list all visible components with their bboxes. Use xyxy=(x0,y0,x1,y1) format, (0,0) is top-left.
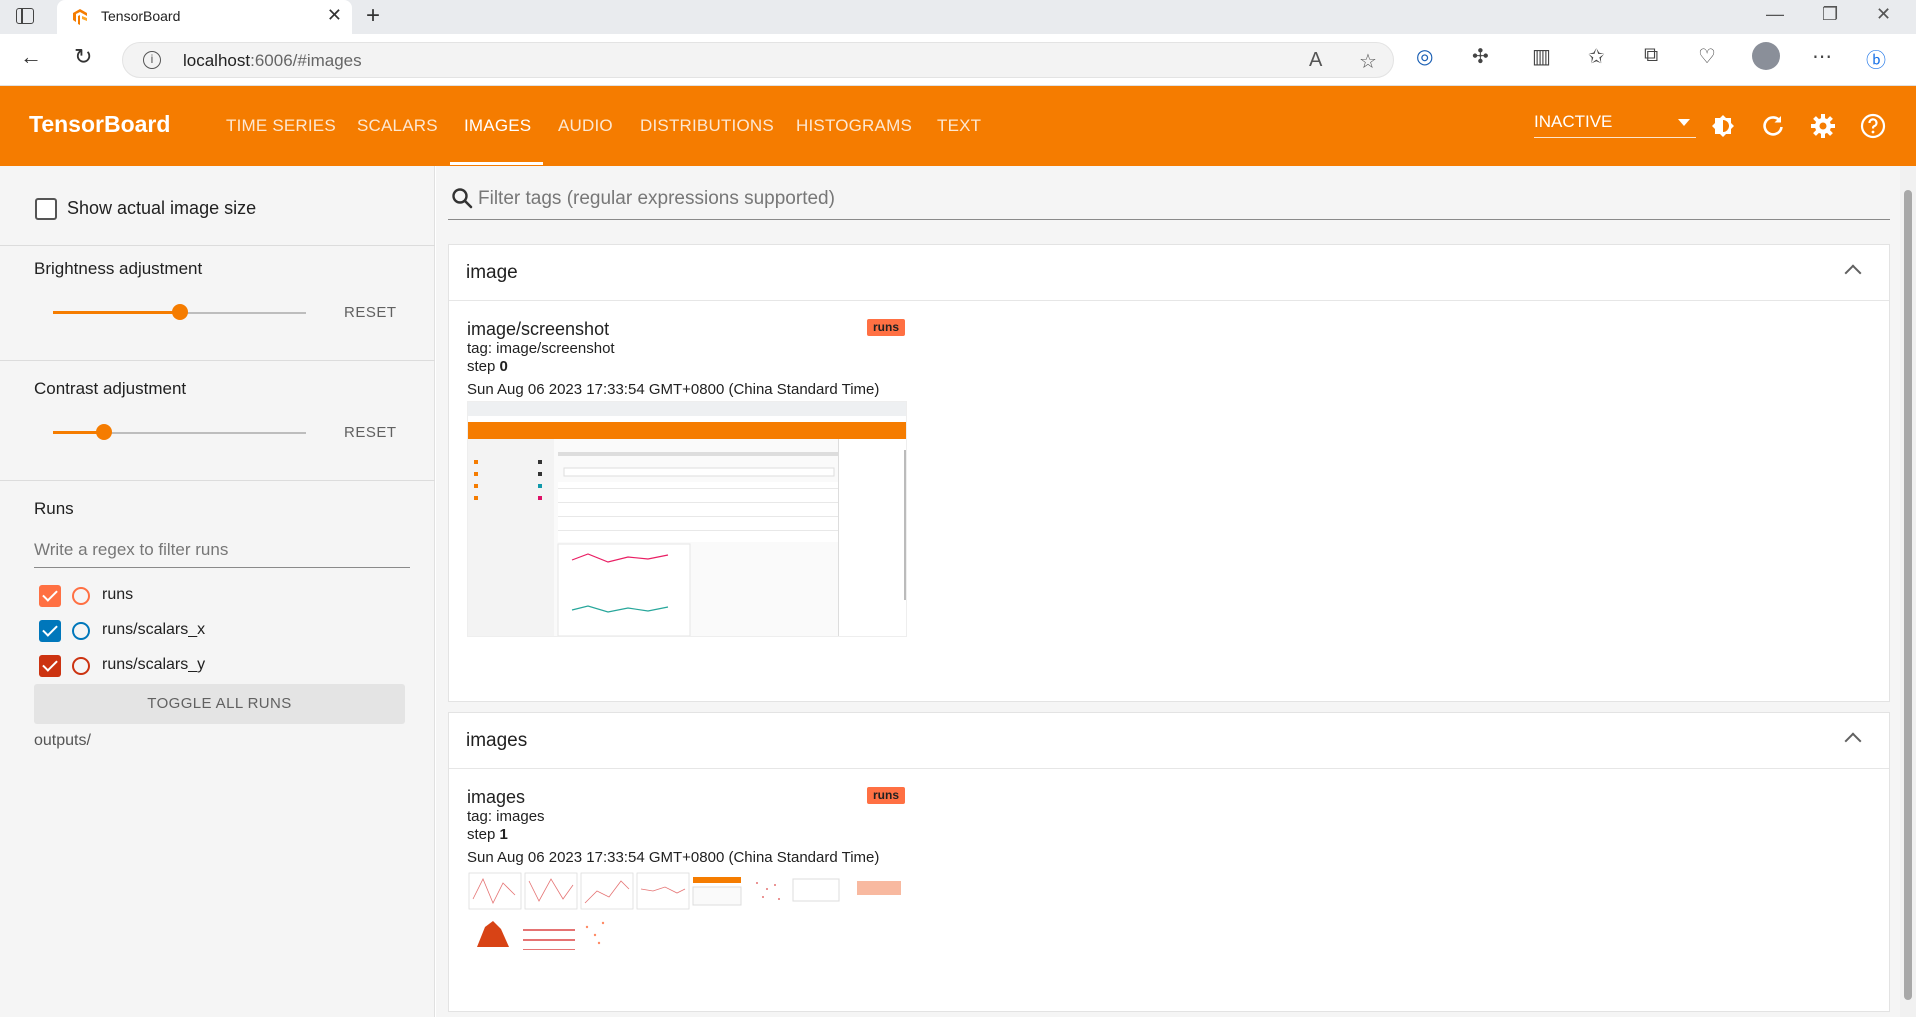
image-timestamp: Sun Aug 06 2023 17:33:54 GMT+0800 (China… xyxy=(467,381,880,398)
tag-filter-placeholder: Filter tags (regular expressions support… xyxy=(478,188,835,209)
divider xyxy=(0,480,435,481)
logdir-label: outputs/ xyxy=(34,732,91,749)
images-grid-thumbnail[interactable] xyxy=(467,869,907,959)
run-label: runs/scalars_y xyxy=(102,656,206,673)
card-title: image xyxy=(466,262,518,283)
show-actual-size-checkbox[interactable] xyxy=(35,198,57,220)
url-field[interactable]: i localhost:6006/#images A ☆ xyxy=(122,42,1394,78)
tag-card-image: image image/screenshot runs tag: image/s… xyxy=(448,244,1890,702)
runs-title: Runs xyxy=(34,499,74,518)
brightness-reset-button[interactable]: RESET xyxy=(344,304,397,321)
address-bar-row: ← ↻ i localhost:6006/#images A ☆ ◎ ✣ ▥ ✩… xyxy=(0,34,1916,86)
images-grid-graphic xyxy=(468,872,901,950)
contrast-reset-button[interactable]: RESET xyxy=(344,424,397,441)
run-status-select[interactable]: INACTIVE xyxy=(1534,112,1696,138)
refresh-icon[interactable]: ↻ xyxy=(74,44,92,70)
scrollbar-thumb[interactable] xyxy=(1904,190,1912,1000)
chevron-up-icon[interactable] xyxy=(1844,264,1862,282)
tab-images[interactable]: IMAGES xyxy=(464,116,531,136)
chevron-up-icon[interactable] xyxy=(1844,732,1862,750)
app-brand: TensorBoard xyxy=(29,111,171,137)
browser-tab[interactable]: TensorBoard ✕ xyxy=(57,0,352,34)
restore-icon[interactable]: ❐ xyxy=(1822,4,1838,25)
help-icon[interactable] xyxy=(1860,113,1886,139)
image-tag: tag: image/screenshot xyxy=(467,340,615,357)
tag-filter-input[interactable]: Filter tags (regular expressions support… xyxy=(448,180,1890,220)
image-timestamp: Sun Aug 06 2023 17:33:54 GMT+0800 (China… xyxy=(467,849,880,866)
dark-mode-icon[interactable] xyxy=(1710,113,1736,139)
image-screenshot-thumbnail[interactable] xyxy=(467,401,907,637)
tab-text[interactable]: TEXT xyxy=(937,116,981,136)
read-aloud-icon[interactable]: A xyxy=(1309,49,1322,72)
site-info-icon[interactable]: i xyxy=(143,51,161,69)
collections-icon[interactable]: ⧉ xyxy=(1644,44,1658,67)
tab-scalars[interactable]: SCALARS xyxy=(357,116,438,136)
minimize-icon[interactable]: — xyxy=(1766,4,1784,25)
brightness-label: Brightness adjustment xyxy=(34,259,203,278)
run-status-label: INACTIVE xyxy=(1534,112,1613,131)
brightness-slider-fill xyxy=(53,311,180,314)
card-title: images xyxy=(466,730,528,751)
image-title: images xyxy=(467,787,526,807)
sidebar: Show actual image size Brightness adjust… xyxy=(0,166,435,1017)
extensions-puzzle-icon[interactable]: ✣ xyxy=(1472,44,1489,69)
image-tag: tag: images xyxy=(467,808,545,825)
favorites-icon[interactable]: ✩ xyxy=(1588,44,1605,69)
tab-histograms[interactable]: HISTOGRAMS xyxy=(796,116,912,136)
chevron-down-icon xyxy=(1678,119,1690,126)
run-color-circle[interactable] xyxy=(72,587,90,605)
toggle-all-runs-button[interactable]: TOGGLE ALL RUNS xyxy=(34,684,405,724)
back-icon[interactable]: ← xyxy=(20,44,42,70)
image-title: image/screenshot xyxy=(467,319,610,339)
window-close-icon[interactable]: ✕ xyxy=(1876,4,1891,25)
tag-card-images: images images runs tag: images step 1 Su… xyxy=(448,712,1890,1012)
run-label: runs/scalars_x xyxy=(102,621,206,638)
more-menu-icon[interactable]: ⋯ xyxy=(1812,44,1832,69)
run-checkbox-runs[interactable] xyxy=(39,585,61,607)
tab-actions-icon[interactable] xyxy=(16,8,34,24)
tensorboard-favicon-icon xyxy=(73,9,87,25)
profile-avatar[interactable] xyxy=(1752,42,1780,70)
divider xyxy=(0,360,435,361)
close-tab-icon[interactable]: ✕ xyxy=(327,5,342,26)
run-checkbox-scalars-y[interactable] xyxy=(39,655,61,677)
card-header[interactable]: image xyxy=(449,245,1889,301)
runs-filter-input[interactable]: Write a regex to filter runs xyxy=(34,540,410,568)
brightness-slider-thumb[interactable] xyxy=(172,304,188,320)
run-color-circle[interactable] xyxy=(72,622,90,640)
run-badge: runs xyxy=(867,319,905,336)
contrast-slider-thumb[interactable] xyxy=(96,424,112,440)
settings-gear-icon[interactable] xyxy=(1810,113,1836,139)
run-checkbox-scalars-x[interactable] xyxy=(39,620,61,642)
browser-tab-bar: TensorBoard ✕ + — ❐ ✕ xyxy=(0,0,1916,34)
run-label: runs xyxy=(102,586,134,603)
copilot-icon[interactable]: ⓑ xyxy=(1866,44,1886,73)
card-header[interactable]: images xyxy=(449,713,1889,769)
screenshot-preview-graphic xyxy=(468,402,906,636)
url-text: localhost:6006/#images xyxy=(183,51,362,70)
page-scrollbar[interactable] xyxy=(1900,166,1916,1017)
split-screen-icon[interactable]: ▥ xyxy=(1532,44,1551,69)
active-tab-indicator xyxy=(450,162,543,165)
extension-icon[interactable]: ◎ xyxy=(1416,44,1433,69)
tab-time-series[interactable]: TIME SERIES xyxy=(226,116,336,136)
contrast-label: Contrast adjustment xyxy=(34,379,187,398)
tensorboard-header: TensorBoard TIME SERIES SCALARS IMAGES A… xyxy=(0,86,1916,166)
show-actual-size-label: Show actual image size xyxy=(67,198,257,218)
tab-audio[interactable]: AUDIO xyxy=(558,116,613,136)
run-color-circle[interactable] xyxy=(72,657,90,675)
run-badge: runs xyxy=(867,787,905,804)
search-icon xyxy=(452,188,473,209)
divider xyxy=(0,245,435,246)
image-step: step 1 xyxy=(467,826,508,843)
tab-distributions[interactable]: DISTRIBUTIONS xyxy=(640,116,774,136)
tab-title: TensorBoard xyxy=(101,8,181,24)
performance-icon[interactable]: ♡ xyxy=(1698,44,1716,69)
main-content: Filter tags (regular expressions support… xyxy=(436,166,1900,1017)
favorite-star-icon[interactable]: ☆ xyxy=(1359,49,1377,74)
image-step: step 0 xyxy=(467,358,508,375)
reload-icon[interactable] xyxy=(1760,113,1786,139)
runs-filter-placeholder: Write a regex to filter runs xyxy=(34,540,229,559)
new-tab-icon[interactable]: + xyxy=(366,2,380,30)
